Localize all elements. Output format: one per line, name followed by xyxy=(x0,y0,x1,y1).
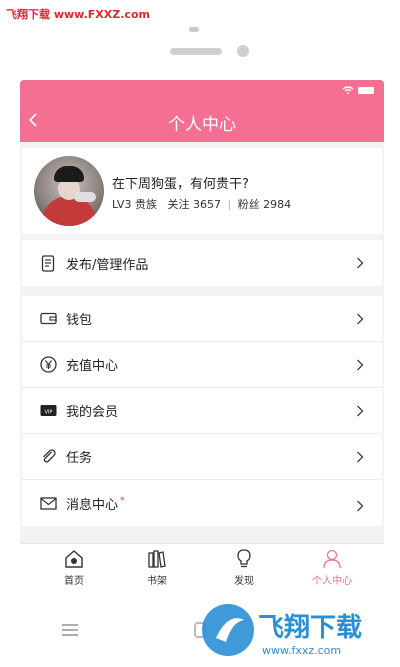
profile-stats: LV3 贵族 关注 3657 | 粉丝 2984 xyxy=(112,196,291,212)
vip-card-icon: VIP xyxy=(40,402,57,419)
speaker-grille xyxy=(170,48,222,55)
chevron-right-icon xyxy=(357,359,364,370)
menu-item-tasks[interactable]: 任务 xyxy=(22,434,382,480)
device-frame-top xyxy=(0,0,400,80)
menu-item-label: 消息中心 * xyxy=(66,496,125,513)
menu-item-wallet[interactable]: 钱包 xyxy=(22,296,382,342)
wifi-icon xyxy=(342,86,354,94)
menu-item-membership[interactable]: VIP 我的会员 xyxy=(22,388,382,434)
tab-home[interactable]: 首页 xyxy=(44,548,104,587)
tab-label: 首页 xyxy=(64,576,84,587)
profile-name: 在下周狗蛋，有何贵干? xyxy=(112,177,249,192)
menu-item-label: 发布/管理作品 xyxy=(66,257,149,273)
menu-item-label: 任务 xyxy=(66,451,93,466)
chevron-right-icon xyxy=(357,500,364,512)
menu-item-label: 充值中心 xyxy=(66,359,119,374)
mail-icon xyxy=(40,495,57,512)
chevron-right-icon xyxy=(357,313,364,324)
profile-level: LV3 贵族 xyxy=(112,198,157,211)
watermark-logo: 飞翔下载 www.fxxz.com xyxy=(202,604,362,657)
app-header: 个人中心 xyxy=(20,80,384,142)
tab-discover[interactable]: 发现 xyxy=(214,548,274,587)
publish-card: 发布/管理作品 xyxy=(22,240,382,286)
watermark-logo-url: www.fxxz.com xyxy=(262,644,341,657)
camera-dot xyxy=(237,45,249,57)
yen-icon xyxy=(40,356,57,373)
svg-text:VIP: VIP xyxy=(45,410,53,416)
menu-icon[interactable] xyxy=(62,624,78,636)
app-screen: 个人中心 在下周狗蛋，有何贵干? LV3 贵族 关注 3657 | 粉丝 298… xyxy=(20,80,384,597)
chevron-right-icon xyxy=(357,257,364,269)
home-icon xyxy=(65,550,83,568)
menu-item-publish[interactable]: 发布/管理作品 xyxy=(22,240,382,286)
new-message-badge: * xyxy=(120,496,125,507)
watermark-logo-text: 飞翔下载 xyxy=(258,613,362,643)
menu-item-label: 钱包 xyxy=(66,313,93,328)
menu-item-label: 我的会员 xyxy=(66,405,119,420)
stats-separator: | xyxy=(227,198,232,211)
wallet-icon xyxy=(40,310,57,327)
document-icon xyxy=(40,254,57,272)
paperclip-icon xyxy=(40,448,57,465)
bookshelf-icon xyxy=(148,550,166,568)
profile-fans-count[interactable]: 粉丝 2984 xyxy=(238,198,292,211)
battery-icon xyxy=(358,87,374,94)
tab-label: 个人中心 xyxy=(312,576,352,587)
tab-label: 书架 xyxy=(147,576,167,587)
page-title: 个人中心 xyxy=(168,115,236,135)
bottom-tab-bar: 首页 书架 发现 个人中心 xyxy=(20,543,384,597)
tab-label: 发现 xyxy=(234,576,254,587)
tab-bookshelf[interactable]: 书架 xyxy=(127,548,187,587)
avatar[interactable] xyxy=(34,156,104,226)
menu-item-messages[interactable]: 消息中心 * xyxy=(22,480,382,526)
profile-follow-count[interactable]: 关注 3657 xyxy=(167,198,221,211)
person-icon xyxy=(323,549,341,569)
profile-card[interactable]: 在下周狗蛋，有何贵干? LV3 贵族 关注 3657 | 粉丝 2984 xyxy=(22,148,382,234)
lightbulb-icon xyxy=(237,549,251,568)
tab-profile[interactable]: 个人中心 xyxy=(302,548,362,587)
chevron-right-icon xyxy=(357,405,364,416)
sensor-dot xyxy=(189,27,199,32)
chevron-right-icon xyxy=(357,451,364,462)
menu-item-recharge[interactable]: 充值中心 xyxy=(22,342,382,388)
menu-card: 钱包 充值中心 VIP 我的会员 任务 消息中心 * xyxy=(22,296,382,526)
